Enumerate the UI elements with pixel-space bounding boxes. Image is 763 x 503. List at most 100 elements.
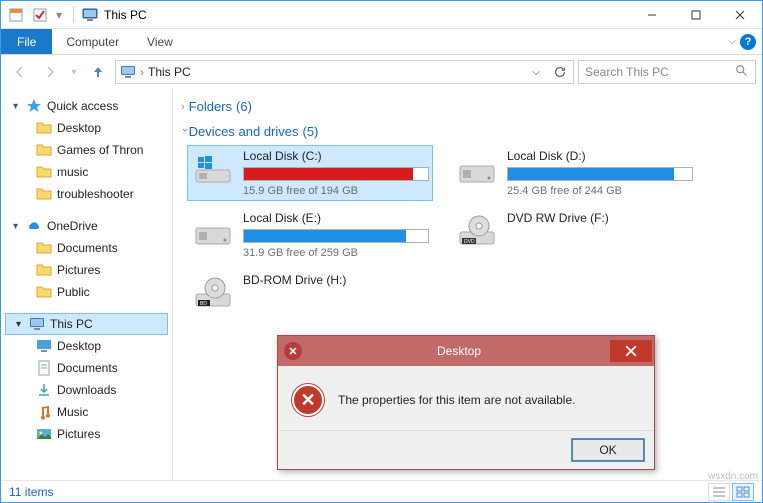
tree-item[interactable]: Games of Thron	[1, 139, 172, 161]
tree-label: Documents	[57, 241, 118, 255]
drive-name: DVD RW Drive (F:)	[507, 211, 693, 227]
folder-icon	[35, 359, 53, 377]
drive-item[interactable]: Local Disk (E:) 31.9 GB free of 259 GB	[187, 207, 433, 263]
chevron-down-icon[interactable]: ▾	[13, 221, 25, 232]
ribbon-expand-icon[interactable]: ⌵	[728, 36, 736, 47]
chevron-down-icon[interactable]: ▾	[13, 101, 25, 112]
dropdown-icon[interactable]: ▾	[53, 4, 65, 26]
drive-icon: BD	[191, 275, 235, 311]
svg-text:BD: BD	[200, 301, 207, 307]
file-tab[interactable]: File	[1, 29, 52, 54]
tree-this-pc[interactable]: ▾ This PC	[5, 313, 168, 335]
group-devices[interactable]: › Devices and drives (5)	[181, 120, 754, 145]
tree-item[interactable]: Music	[1, 401, 172, 423]
chevron-down-icon[interactable]: ▾	[16, 319, 28, 330]
drive-free: 31.9 GB free of 259 GB	[243, 247, 429, 259]
address-bar[interactable]: › This PC ⌵	[115, 60, 574, 84]
title-bar: ▾ This PC	[1, 1, 762, 29]
drive-bar	[243, 167, 429, 181]
tree-label: Desktop	[57, 339, 101, 353]
drive-free: 25.4 GB free of 244 GB	[507, 185, 693, 197]
folder-icon	[35, 403, 53, 421]
folder-icon	[35, 337, 53, 355]
search-icon[interactable]	[735, 64, 751, 81]
recent-dropdown[interactable]: ▾	[67, 60, 81, 84]
address-dropdown[interactable]: ⌵	[525, 62, 547, 82]
window-title: This PC	[102, 8, 147, 22]
search-box[interactable]	[578, 60, 756, 84]
dialog-title: Desktop	[308, 344, 610, 358]
dialog-title-bar[interactable]: ✕ Desktop	[278, 336, 654, 366]
folder-icon	[35, 261, 53, 279]
checkbox-icon[interactable]	[29, 4, 51, 26]
tree-item[interactable]: Pictures	[1, 259, 172, 281]
drive-bar	[507, 167, 693, 181]
tree-item[interactable]: Documents	[1, 357, 172, 379]
chevron-right-icon[interactable]: ›	[181, 101, 189, 113]
tree-item[interactable]: music	[1, 161, 172, 183]
folder-icon	[35, 141, 53, 159]
drive-item[interactable]: DVD DVD RW Drive (F:)	[451, 207, 697, 263]
drive-icon: DVD	[455, 213, 499, 249]
chevron-right-icon[interactable]: ›	[138, 65, 146, 79]
close-button[interactable]	[718, 1, 762, 29]
tree-onedrive[interactable]: ▾ OneDrive	[1, 215, 172, 237]
drive-item[interactable]: Local Disk (C:) 15.9 GB free of 194 GB	[187, 145, 433, 201]
drive-name: Local Disk (D:)	[507, 149, 693, 165]
dialog-body: ✕ The properties for this item are not a…	[278, 366, 654, 430]
drive-item[interactable]: Local Disk (D:) 25.4 GB free of 244 GB	[451, 145, 697, 201]
drive-grid: Local Disk (C:) 15.9 GB free of 194 GB L…	[181, 145, 754, 315]
drive-item[interactable]: BD BD-ROM Drive (H:)	[187, 269, 433, 315]
view-tiles-icon[interactable]	[732, 483, 754, 501]
group-title: Folders	[189, 99, 232, 114]
star-icon	[25, 97, 43, 115]
this-pc-icon	[82, 7, 98, 23]
maximize-button[interactable]	[674, 1, 718, 29]
tree-item[interactable]: Documents	[1, 237, 172, 259]
properties-icon[interactable]	[5, 4, 27, 26]
tree-label: Pictures	[57, 263, 100, 277]
ok-button[interactable]: OK	[572, 439, 644, 461]
watermark: wsxdn.com	[708, 471, 758, 482]
dialog-error-icon: ✕	[284, 342, 302, 360]
chevron-down-icon[interactable]: ›	[179, 128, 191, 136]
tree-item[interactable]: Downloads	[1, 379, 172, 401]
up-button[interactable]	[85, 60, 111, 84]
drive-name: BD-ROM Drive (H:)	[243, 273, 429, 289]
back-button[interactable]	[7, 60, 33, 84]
tab-view[interactable]: View	[133, 29, 187, 54]
group-folders[interactable]: › Folders (6)	[181, 95, 754, 120]
tree-item[interactable]: Public	[1, 281, 172, 303]
nav-row: ▾ › This PC ⌵	[1, 55, 762, 89]
forward-button[interactable]	[37, 60, 63, 84]
error-dialog: ✕ Desktop ✕ The properties for this item…	[277, 335, 655, 470]
tree-quick-access[interactable]: ▾ Quick access	[1, 95, 172, 117]
dialog-close-button[interactable]	[610, 340, 652, 362]
sidebar: ▾ Quick access Desktop Games of Thron mu…	[1, 89, 173, 480]
address-icon	[118, 64, 138, 80]
folder-icon	[35, 381, 53, 399]
tree-item[interactable]: Pictures	[1, 423, 172, 445]
tree-label: OneDrive	[47, 219, 98, 233]
minimize-button[interactable]	[630, 1, 674, 29]
tree-item[interactable]: Desktop	[1, 335, 172, 357]
drive-name: Local Disk (E:)	[243, 211, 429, 227]
help-icon[interactable]: ?	[740, 34, 756, 50]
refresh-button[interactable]	[549, 62, 571, 82]
tree-label: Games of Thron	[57, 143, 143, 157]
tree-label: Pictures	[57, 427, 100, 441]
address-text[interactable]: This PC	[146, 65, 193, 79]
folder-icon	[35, 425, 53, 443]
window-controls	[630, 1, 762, 29]
tree-item[interactable]: Desktop	[1, 117, 172, 139]
drive-name: Local Disk (C:)	[243, 149, 429, 165]
tree-label: Music	[57, 405, 88, 419]
tree-item[interactable]: troubleshooter	[1, 183, 172, 205]
tree-label: troubleshooter	[57, 187, 134, 201]
view-details-icon[interactable]	[708, 483, 730, 501]
folder-icon	[35, 163, 53, 181]
tree-label: Downloads	[57, 383, 116, 397]
drive-bar	[243, 229, 429, 243]
tab-computer[interactable]: Computer	[52, 29, 133, 54]
search-input[interactable]	[583, 64, 735, 80]
